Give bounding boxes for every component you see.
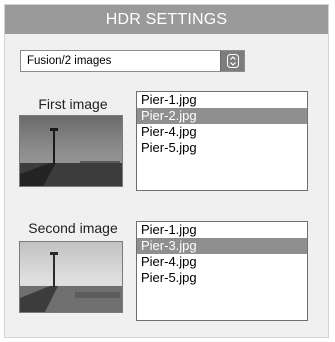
file-list-item[interactable]: Pier-5.jpg <box>137 270 307 286</box>
chevron-updown-icon[interactable] <box>220 51 244 71</box>
file-list-item[interactable]: Pier-1.jpg <box>137 92 307 108</box>
file-list-item-selected[interactable]: Pier-3.jpg <box>137 238 307 254</box>
mode-select-value: Fusion/2 images <box>27 55 112 67</box>
file-list-item[interactable]: Pier-1.jpg <box>137 222 307 238</box>
file-list-item[interactable]: Pier-4.jpg <box>137 254 307 270</box>
second-image-thumbnail <box>19 241 123 313</box>
first-image-file-list[interactable]: Pier-1.jpg Pier-2.jpg Pier-4.jpg Pier-5.… <box>136 91 308 191</box>
panel-title: HDR SETTINGS <box>5 5 328 34</box>
second-image-label: Second image <box>28 220 118 236</box>
mode-select[interactable]: Fusion/2 images <box>20 50 245 72</box>
hdr-settings-panel: HDR SETTINGS Fusion/2 images First image <box>4 4 329 338</box>
second-image-file-list[interactable]: Pier-1.jpg Pier-3.jpg Pier-4.jpg Pier-5.… <box>136 221 308 321</box>
file-list-item-selected[interactable]: Pier-2.jpg <box>137 108 307 124</box>
first-image-label: First image <box>38 96 108 112</box>
file-list-item[interactable]: Pier-5.jpg <box>137 140 307 156</box>
file-list-item[interactable]: Pier-4.jpg <box>137 124 307 140</box>
first-image-thumbnail <box>19 115 123 187</box>
